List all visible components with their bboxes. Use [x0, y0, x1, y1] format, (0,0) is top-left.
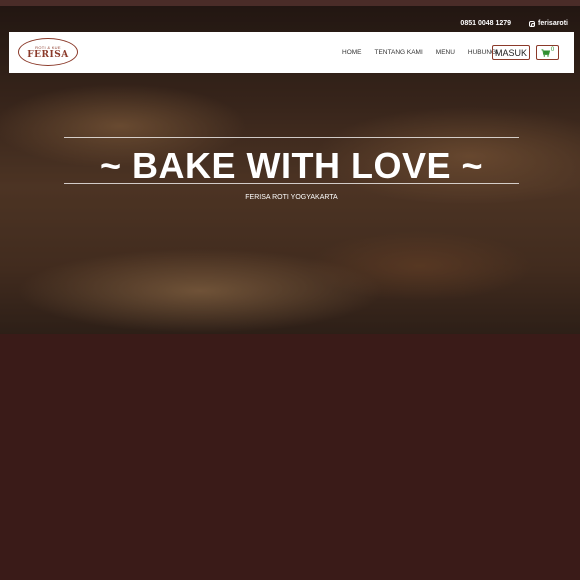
logo-name: FERISA — [27, 49, 69, 60]
instagram-link[interactable]: ferisaroti — [529, 20, 568, 27]
cart-button[interactable]: 0 — [536, 45, 559, 60]
instagram-icon — [529, 20, 536, 27]
hero-divider-bottom — [64, 183, 519, 184]
hero-divider-top — [64, 137, 519, 138]
nav-links: HOME TENTANG KAMI MENU HUBUNGI — [342, 32, 498, 73]
cart-icon — [541, 48, 550, 57]
login-button[interactable]: MASUK — [492, 45, 530, 60]
phone-number[interactable]: 0851 0048 1279 — [460, 20, 511, 27]
nav-item-menu[interactable]: MENU — [436, 49, 455, 56]
nav-item-tentang-kami[interactable]: TENTANG KAMI — [375, 49, 423, 56]
navbar: ROTI & KUE FERISA HOME TENTANG KAMI MENU… — [9, 32, 574, 73]
hero-subtitle: FERISA ROTI YOGYAKARTA — [245, 194, 338, 201]
hero-title: ~ BAKE WITH LOVE ~ — [99, 145, 484, 186]
instagram-handle: ferisaroti — [538, 20, 568, 27]
contact-bar: 0851 0048 1279 ferisaroti — [460, 20, 568, 27]
nav-item-home[interactable]: HOME — [342, 49, 362, 56]
cart-count: 0 — [550, 46, 555, 53]
logo[interactable]: ROTI & KUE FERISA — [18, 38, 78, 66]
